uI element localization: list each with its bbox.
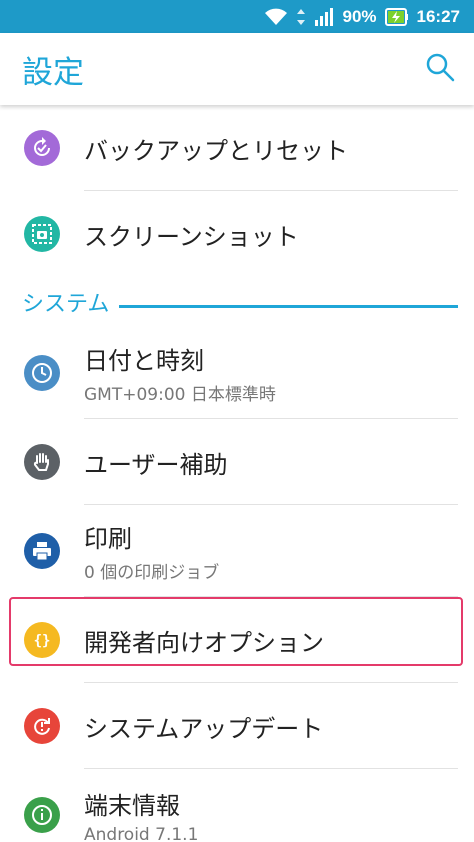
page-title: 設定	[22, 54, 84, 91]
list-item-title: システムアップデート	[84, 714, 324, 743]
list-item-title: 印刷	[84, 525, 132, 553]
section-header-system: システム	[0, 277, 474, 327]
backup-icon	[24, 130, 60, 166]
section-divider	[119, 304, 458, 308]
section-label: システム	[22, 292, 110, 317]
wifi-icon	[264, 8, 288, 26]
data-arrows-icon	[296, 8, 306, 26]
list-item-device-info[interactable]: 端末情報 Android 7.1.1	[0, 769, 474, 842]
battery-charging-icon	[384, 7, 409, 27]
info-icon	[24, 797, 60, 833]
signal-icon	[314, 7, 334, 26]
app-bar: 設定	[0, 33, 474, 105]
list-item-date-time[interactable]: 日付と時刻 GMT+09:00 日本標準時	[0, 327, 474, 419]
list-item-subtitle: 0 個の印刷ジョブ	[84, 563, 220, 583]
braces-icon: {}	[24, 622, 60, 658]
list-item-title: 日付と時刻	[84, 347, 204, 375]
list-item-backup-reset[interactable]: バックアップとリセット	[0, 105, 474, 191]
list-item-title: ユーザー補助	[84, 450, 228, 479]
clock-icon	[24, 355, 60, 391]
list-item-title: 端末情報	[84, 791, 180, 820]
list-item-subtitle: Android 7.1.1	[84, 824, 199, 842]
update-icon	[24, 708, 60, 744]
status-bar: 90% 16:27	[0, 0, 474, 33]
list-item-title: スクリーンショット	[84, 222, 299, 251]
printer-icon	[24, 533, 60, 569]
list-item-printing[interactable]: 印刷 0 個の印刷ジョブ	[0, 505, 474, 597]
list-item-title: バックアップとリセット	[84, 136, 348, 165]
screenshot-icon	[24, 216, 60, 252]
list-item-developer-options[interactable]: {} 開発者向けオプション	[0, 597, 474, 683]
hand-icon	[24, 444, 60, 480]
list-item-screenshot[interactable]: スクリーンショット	[0, 191, 474, 277]
list-item-system-update[interactable]: システムアップデート	[0, 683, 474, 769]
svg-text:{}: {}	[34, 633, 51, 649]
list-item-title: 開発者向けオプション	[84, 628, 324, 657]
battery-percent: 90%	[342, 6, 377, 26]
status-time: 16:27	[416, 6, 460, 26]
settings-list: バックアップとリセット スクリーンショット システム 日付と時刻 GMT+09:…	[0, 105, 474, 842]
search-button[interactable]	[420, 49, 460, 89]
search-icon	[425, 52, 455, 86]
list-item-subtitle: GMT+09:00 日本標準時	[84, 385, 276, 405]
list-item-accessibility[interactable]: ユーザー補助	[0, 419, 474, 505]
